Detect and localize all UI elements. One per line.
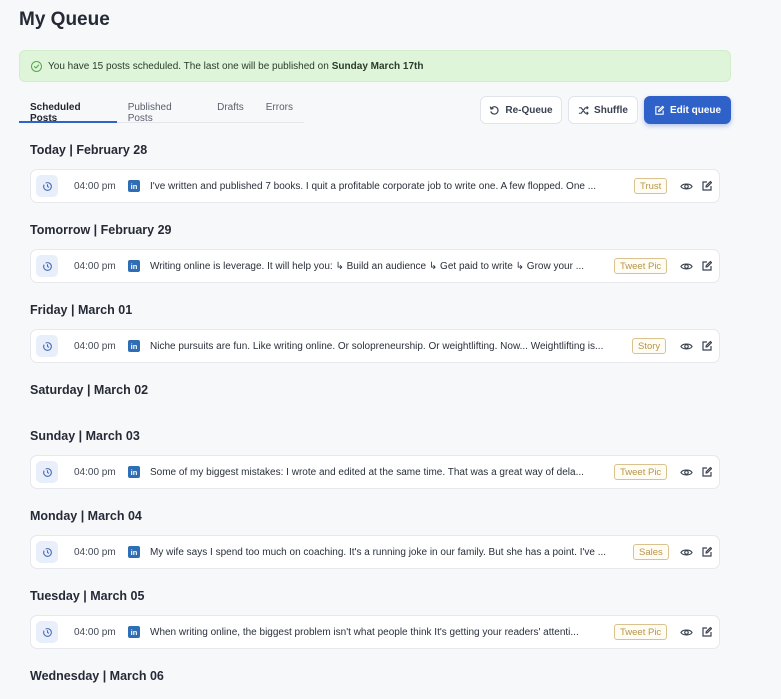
linkedin-icon: in [128, 340, 140, 352]
preview-eye-icon[interactable] [680, 626, 693, 639]
check-circle-icon [31, 60, 42, 72]
scheduled-post-row[interactable]: 04:00 pm in Writing online is leverage. … [30, 249, 720, 283]
edit-post-icon[interactable] [701, 626, 713, 638]
schedule-clock-icon[interactable] [36, 621, 58, 643]
post-time: 04:00 pm [74, 180, 116, 192]
post-tag-badge: Tweet Pic [614, 258, 668, 274]
post-tag-badge: Tweet Pic [614, 464, 668, 480]
post-text[interactable]: I've written and published 7 books. I qu… [150, 181, 596, 192]
scheduled-post-row[interactable]: 04:00 pm in I've written and published 7… [30, 169, 720, 203]
day-heading: Tomorrow | February 29 [30, 223, 172, 237]
shuffle-icon [578, 105, 589, 115]
linkedin-icon: in [128, 546, 140, 558]
day-heading: Tuesday | March 05 [30, 589, 145, 603]
day-heading: Wednesday | March 06 [30, 669, 164, 683]
preview-eye-icon[interactable] [680, 260, 693, 273]
day-heading: Friday | March 01 [30, 303, 133, 317]
banner-text: You have 15 posts scheduled. The last on… [48, 60, 329, 72]
preview-eye-icon[interactable] [680, 546, 693, 559]
banner-date: Sunday March 17th [331, 60, 424, 72]
schedule-clock-icon[interactable] [36, 175, 58, 197]
day-heading: Today | February 28 [30, 143, 148, 157]
queue-tabs: Scheduled Posts Published Posts Drafts E… [19, 97, 304, 124]
post-text[interactable]: Some of my biggest mistakes: I wrote and… [150, 467, 584, 478]
requeue-button[interactable]: Re-Queue [480, 96, 562, 124]
queue-page: My Queue You have 15 posts scheduled. Th… [0, 0, 781, 699]
linkedin-icon: in [128, 180, 140, 192]
requeue-icon [490, 105, 499, 115]
post-text[interactable]: When writing online, the biggest problem… [150, 627, 579, 638]
day-heading: Saturday | March 02 [30, 383, 149, 397]
day-heading: Sunday | March 03 [30, 429, 140, 443]
scheduled-post-row[interactable]: 04:00 pm in My wife says I spend too muc… [30, 535, 720, 569]
shuffle-label: Shuffle [594, 104, 628, 116]
linkedin-icon: in [128, 466, 140, 478]
scheduled-post-row[interactable]: 04:00 pm in Niche pursuits are fun. Like… [30, 329, 720, 363]
post-tag-badge: Sales [633, 544, 669, 560]
post-text[interactable]: Writing online is leverage. It will help… [150, 261, 584, 272]
day-heading: Monday | March 04 [30, 509, 142, 523]
post-time: 04:00 pm [74, 340, 116, 352]
edit-queue-button[interactable]: Edit queue [644, 96, 731, 124]
edit-queue-label: Edit queue [669, 104, 722, 116]
post-tag-badge: Trust [634, 178, 668, 194]
schedule-clock-icon[interactable] [36, 335, 58, 357]
edit-icon [655, 105, 665, 115]
post-tag-badge: Story [632, 338, 667, 354]
linkedin-icon: in [128, 626, 140, 638]
schedule-clock-icon[interactable] [36, 541, 58, 563]
post-time: 04:00 pm [74, 546, 116, 558]
edit-post-icon[interactable] [701, 340, 713, 352]
tab-errors[interactable]: Errors [255, 97, 304, 123]
linkedin-icon: in [128, 260, 140, 272]
status-banner: You have 15 posts scheduled. The last on… [19, 50, 731, 82]
edit-post-icon[interactable] [701, 466, 713, 478]
edit-post-icon[interactable] [701, 546, 713, 558]
tab-published-posts[interactable]: Published Posts [117, 97, 206, 124]
schedule-clock-icon[interactable] [36, 255, 58, 277]
requeue-label: Re-Queue [505, 104, 553, 116]
post-text[interactable]: My wife says I spend too much on coachin… [150, 547, 606, 558]
tab-drafts[interactable]: Drafts [206, 97, 255, 123]
shuffle-button[interactable]: Shuffle [568, 96, 638, 124]
post-time: 04:00 pm [74, 260, 116, 272]
post-time: 04:00 pm [74, 626, 116, 638]
post-text[interactable]: Niche pursuits are fun. Like writing onl… [150, 341, 603, 352]
page-title: My Queue [19, 9, 110, 30]
post-time: 04:00 pm [74, 466, 116, 478]
tab-scheduled-posts[interactable]: Scheduled Posts [19, 97, 117, 124]
preview-eye-icon[interactable] [680, 466, 693, 479]
preview-eye-icon[interactable] [680, 340, 693, 353]
edit-post-icon[interactable] [701, 180, 713, 192]
preview-eye-icon[interactable] [680, 180, 693, 193]
post-tag-badge: Tweet Pic [614, 624, 668, 640]
edit-post-icon[interactable] [701, 260, 713, 272]
scheduled-post-row[interactable]: 04:00 pm in When writing online, the big… [30, 615, 720, 649]
schedule-clock-icon[interactable] [36, 461, 58, 483]
scheduled-post-row[interactable]: 04:00 pm in Some of my biggest mistakes:… [30, 455, 720, 489]
